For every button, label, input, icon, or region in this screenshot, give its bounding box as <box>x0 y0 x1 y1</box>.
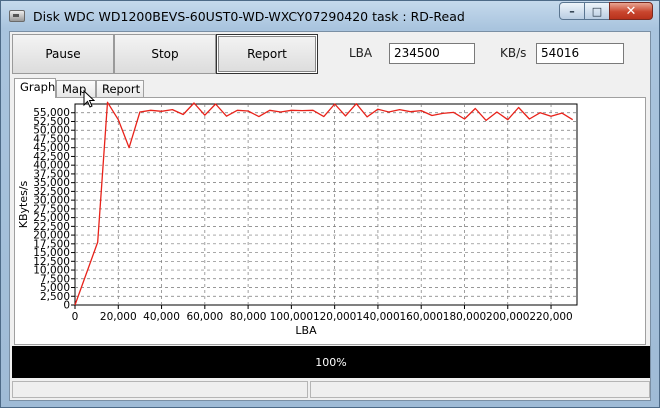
client-area: Pause Stop Report LBA 234500 KB/s 54016 … <box>9 31 651 401</box>
lba-field[interactable]: 234500 <box>389 43 475 64</box>
graph-panel: 0 2,500 5,000 7,500 10,000 12,500 15,000 17,500… <box>14 97 646 345</box>
kbs-label: KB/s <box>500 46 527 60</box>
y-axis-label: KBytes/s <box>17 180 30 228</box>
x-tick-label: 80,000 <box>230 311 267 323</box>
progress-text: 100% <box>315 355 347 369</box>
x-tick-label: 40,000 <box>143 311 180 323</box>
tab-report[interactable]: Report <box>96 80 144 97</box>
x-tick-label: 160,000 <box>399 311 442 323</box>
x-tick-label: 100,000 <box>270 311 313 323</box>
minimize-button[interactable]: – <box>559 2 585 20</box>
x-tick-label: 200,000 <box>486 311 529 323</box>
plot-area <box>74 103 578 306</box>
mouse-pointer-icon <box>83 90 95 108</box>
x-tick-label: 20,000 <box>100 311 137 323</box>
caption-buttons: – □ ✕ <box>559 2 653 20</box>
app-window: Disk WDC WD1200BEVS-60UST0-WD-WXCY072904… <box>0 0 660 408</box>
status-bar <box>12 379 650 399</box>
x-tick-label: 140,000 <box>356 311 399 323</box>
maximize-button[interactable]: □ <box>584 2 610 20</box>
x-tick-label: 220,000 <box>529 311 572 323</box>
x-tick-label: 0 <box>72 311 79 323</box>
pause-button[interactable]: Pause <box>12 34 114 74</box>
speed-chart: 02,5005,0007,50010,00012,50015,00017,500… <box>17 101 578 337</box>
lba-label: LBA <box>349 46 373 60</box>
x-tick-label: 120,000 <box>313 311 356 323</box>
stop-button[interactable]: Stop <box>114 34 216 74</box>
title-bar[interactable]: Disk WDC WD1200BEVS-60UST0-WD-WXCY072904… <box>1 1 659 31</box>
progress-bar: 100% <box>12 346 650 378</box>
disk-drive-icon <box>9 10 25 22</box>
x-tick-label: 180,000 <box>443 311 486 323</box>
report-button[interactable]: Report <box>216 34 318 74</box>
window-title: Disk WDC WD1200BEVS-60UST0-WD-WXCY072904… <box>33 9 465 24</box>
kbs-field[interactable]: 54016 <box>536 43 624 64</box>
y-tick-label: 55,000 <box>33 107 70 119</box>
x-axis-label: LBA <box>295 324 317 337</box>
status-pane-left <box>12 381 308 398</box>
close-button[interactable]: ✕ <box>609 2 653 20</box>
tab-graph[interactable]: Graph <box>14 78 56 98</box>
status-pane-right <box>310 381 650 398</box>
x-tick-label: 60,000 <box>186 311 223 323</box>
